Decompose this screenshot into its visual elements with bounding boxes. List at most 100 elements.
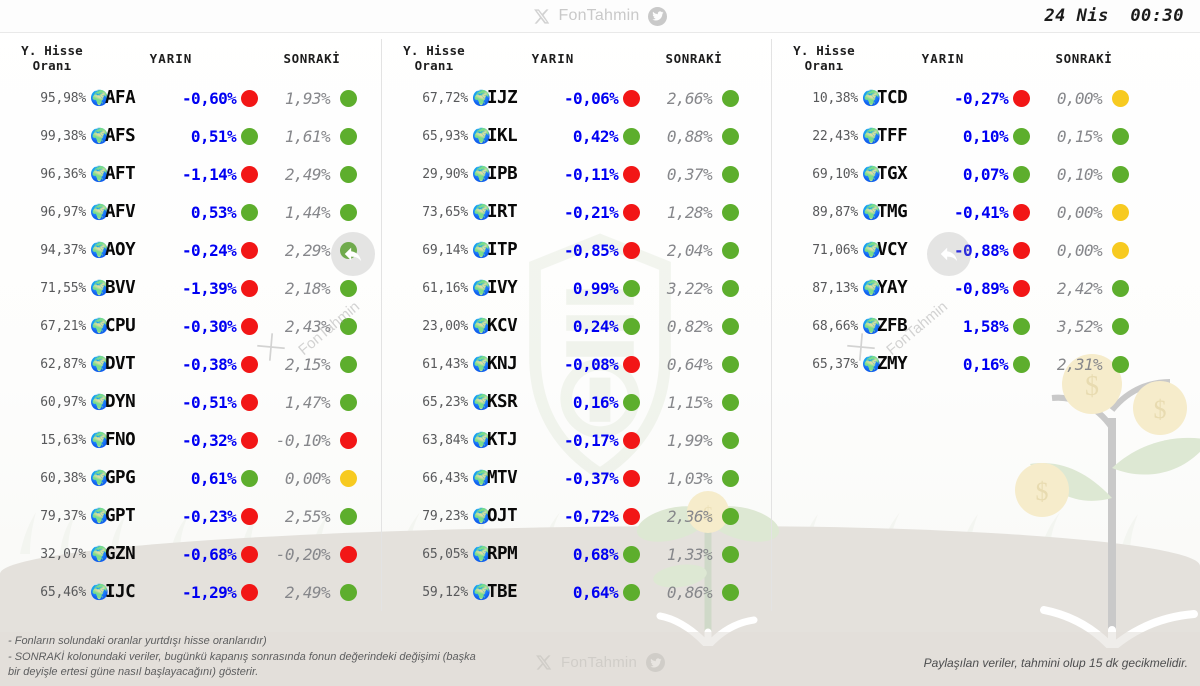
table-row[interactable]: 67,72% 🌍 IJZ -0,06% 2,66%: [396, 79, 763, 117]
table-row[interactable]: 65,46% 🌍 IJC -1,29% 2,49%: [14, 573, 373, 611]
next-status-dot-wrap: [332, 203, 364, 221]
next-status-dot-wrap: [1104, 279, 1136, 297]
fund-code[interactable]: TFF: [876, 126, 954, 146]
next-status-dot: [339, 165, 357, 183]
table-row[interactable]: 62,87% 🌍 DVT -0,38% 2,15%: [14, 345, 373, 383]
table-row[interactable]: 61,43% 🌍 KNJ -0,08% 0,64%: [396, 345, 763, 383]
fund-code[interactable]: FNO: [104, 430, 182, 450]
table-row[interactable]: 71,06% 🌍 VCY -0,88% 0,00%: [786, 231, 1192, 269]
fund-code[interactable]: IJZ: [486, 88, 564, 108]
fund-code[interactable]: AFV: [104, 202, 182, 222]
table-row[interactable]: 73,65% 🌍 IRT -0,21% 1,28%: [396, 193, 763, 231]
footer-note-line2: - SONRAKİ kolonundaki veriler, bugünkü k…: [8, 650, 476, 663]
table-row[interactable]: 99,38% 🌍 AFS 0,51% 1,61%: [14, 117, 373, 155]
table-row[interactable]: 22,43% 🌍 TFF 0,10% 0,15%: [786, 117, 1192, 155]
table-row[interactable]: 96,36% 🌍 AFT -1,14% 2,49%: [14, 155, 373, 193]
foreign-share-rate: 79,37%: [40, 508, 86, 524]
fund-code[interactable]: BVV: [104, 278, 182, 298]
today-status-dot-wrap: [238, 355, 260, 373]
fund-code[interactable]: TMG: [876, 202, 954, 222]
fund-code[interactable]: VCY: [876, 240, 954, 260]
globe-icon: 🌍: [472, 240, 491, 259]
fund-code[interactable]: IJC: [104, 582, 182, 602]
next-status-dot-wrap: [714, 507, 746, 525]
table-row[interactable]: 95,98% 🌍 AFA -0,60% 1,93%: [14, 79, 373, 117]
today-status-dot-wrap: [620, 317, 642, 335]
fund-code[interactable]: TBE: [486, 582, 564, 602]
today-change: -0,41%: [954, 202, 1009, 222]
globe-icon: 🌍: [90, 126, 109, 145]
next-status-dot: [721, 165, 739, 183]
fund-code[interactable]: IRT: [486, 202, 564, 222]
fund-code[interactable]: AFA: [104, 88, 182, 108]
fund-code[interactable]: CPU: [104, 316, 182, 336]
table-row[interactable]: 94,37% 🌍 AOY -0,24% 2,29%: [14, 231, 373, 269]
table-row[interactable]: 10,38% 🌍 TCD -0,27% 0,00%: [786, 79, 1192, 117]
fund-code[interactable]: KCV: [486, 316, 564, 336]
globe-icon: 🌍: [472, 278, 491, 297]
fund-code[interactable]: AFT: [104, 164, 182, 184]
today-status-dot-wrap: [238, 203, 260, 221]
fund-code[interactable]: KNJ: [486, 354, 564, 374]
next-status-dot: [721, 203, 739, 221]
fund-code[interactable]: GZN: [104, 544, 182, 564]
table-row[interactable]: 61,16% 🌍 IVY 0,99% 3,22%: [396, 269, 763, 307]
table-row[interactable]: 68,66% 🌍 ZFB 1,58% 3,52%: [786, 307, 1192, 345]
next-status-dot: [721, 507, 739, 525]
fund-code[interactable]: YAY: [876, 278, 954, 298]
table-row[interactable]: 60,97% 🌍 DYN -0,51% 1,47%: [14, 383, 373, 421]
table-row[interactable]: 63,84% 🌍 KTJ -0,17% 1,99%: [396, 421, 763, 459]
fund-code[interactable]: ZFB: [876, 316, 954, 336]
fund-code[interactable]: MTV: [486, 468, 564, 488]
fund-code[interactable]: KTJ: [486, 430, 564, 450]
table-row[interactable]: 79,23% 🌍 OJT -0,72% 2,36%: [396, 497, 763, 535]
table-row[interactable]: 65,93% 🌍 IKL 0,42% 0,88%: [396, 117, 763, 155]
today-change: 0,16%: [962, 354, 1009, 374]
next-change: 2,36%: [666, 506, 713, 526]
next-change: 1,93%: [284, 88, 331, 108]
footer-bar: - Fonların solundaki oranlar yurtdışı hi…: [0, 632, 1200, 686]
foreign-share-rate: 69,10%: [812, 166, 858, 182]
fund-code[interactable]: GPT: [104, 506, 182, 526]
table-row[interactable]: 65,05% 🌍 RPM 0,68% 1,33%: [396, 535, 763, 573]
fund-code[interactable]: AFS: [104, 126, 182, 146]
table-row[interactable]: 15,63% 🌍 FNO -0,32% -0,10%: [14, 421, 373, 459]
fund-code[interactable]: RPM: [486, 544, 564, 564]
table-row[interactable]: 60,38% 🌍 GPG 0,61% 0,00%: [14, 459, 373, 497]
today-status-dot: [1012, 203, 1030, 221]
fund-code[interactable]: ZMY: [876, 354, 954, 374]
table-row[interactable]: 79,37% 🌍 GPT -0,23% 2,55%: [14, 497, 373, 535]
fund-code[interactable]: OJT: [486, 506, 564, 526]
table-row[interactable]: 59,12% 🌍 TBE 0,64% 0,86%: [396, 573, 763, 611]
foreign-share-rate: 68,66%: [812, 318, 858, 334]
fund-code[interactable]: TCD: [876, 88, 954, 108]
fund-code[interactable]: IKL: [486, 126, 564, 146]
fund-code[interactable]: IVY: [486, 278, 564, 298]
globe-icon: 🌍: [90, 88, 109, 107]
table-row[interactable]: 69,14% 🌍 ITP -0,85% 2,04%: [396, 231, 763, 269]
fund-code[interactable]: TGX: [876, 164, 954, 184]
today-change: -0,37%: [564, 468, 619, 488]
today-change: -0,23%: [182, 506, 237, 526]
table-row[interactable]: 67,21% 🌍 CPU -0,30% 2,43%: [14, 307, 373, 345]
next-change: 2,18%: [284, 278, 331, 298]
fund-code[interactable]: DVT: [104, 354, 182, 374]
fund-code[interactable]: IPB: [486, 164, 564, 184]
today-status-dot: [622, 165, 640, 183]
table-row[interactable]: 69,10% 🌍 TGX 0,07% 0,10%: [786, 155, 1192, 193]
table-row[interactable]: 96,97% 🌍 AFV 0,53% 1,44%: [14, 193, 373, 231]
fund-code[interactable]: AOY: [104, 240, 182, 260]
table-row[interactable]: 87,13% 🌍 YAY -0,89% 2,42%: [786, 269, 1192, 307]
table-row[interactable]: 23,00% 🌍 KCV 0,24% 0,82%: [396, 307, 763, 345]
next-status-dot: [721, 279, 739, 297]
fund-code[interactable]: KSR: [486, 392, 564, 412]
table-row[interactable]: 89,87% 🌍 TMG -0,41% 0,00%: [786, 193, 1192, 231]
table-row[interactable]: 66,43% 🌍 MTV -0,37% 1,03%: [396, 459, 763, 497]
fund-code[interactable]: ITP: [486, 240, 564, 260]
fund-code[interactable]: DYN: [104, 392, 182, 412]
table-row[interactable]: 32,07% 🌍 GZN -0,68% -0,20%: [14, 535, 373, 573]
table-row[interactable]: 65,23% 🌍 KSR 0,16% 1,15%: [396, 383, 763, 421]
fund-code[interactable]: GPG: [104, 468, 182, 488]
table-row[interactable]: 71,55% 🌍 BVV -1,39% 2,18%: [14, 269, 373, 307]
table-row[interactable]: 29,90% 🌍 IPB -0,11% 0,37%: [396, 155, 763, 193]
